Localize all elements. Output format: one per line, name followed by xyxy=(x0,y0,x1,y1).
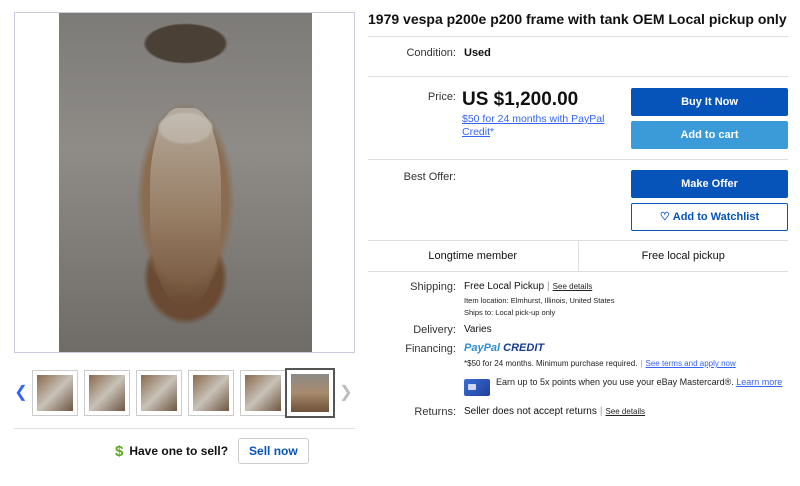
thumbnail-selected[interactable] xyxy=(285,368,335,418)
thumbnail[interactable] xyxy=(136,370,182,416)
listing-title: 1979 vespa p200e p200 frame with tank OE… xyxy=(368,11,787,27)
financing-label: Financing: xyxy=(405,343,456,355)
add-to-cart-button[interactable]: Add to cart xyxy=(631,121,788,149)
thumbnail-strip: ❮ ❯ xyxy=(14,366,355,422)
learn-more-link[interactable]: Learn more xyxy=(736,377,782,387)
returns-label: Returns: xyxy=(414,406,456,418)
badge-longtime-member: Longtime member xyxy=(368,241,579,271)
chevron-left-icon[interactable]: ❮ xyxy=(14,382,28,404)
thumbnail[interactable] xyxy=(32,370,78,416)
dollar-icon: $ xyxy=(115,442,124,460)
divider xyxy=(368,36,788,37)
paypal-credit-offer[interactable]: $50 for 24 months with PayPal Credit* xyxy=(462,113,622,139)
item-location: Item location: Elmhurst, Illinois, Unite… xyxy=(464,296,615,305)
mastercard-promo: Earn up to 5x points when you use your e… xyxy=(496,377,783,387)
financing-terms: *$50 for 24 months. Minimum purchase req… xyxy=(464,359,736,368)
thumbnail[interactable] xyxy=(84,370,130,416)
badge-free-local-pickup: Free local pickup xyxy=(641,250,725,262)
sell-prompt: Have one to sell? xyxy=(129,444,229,458)
delivery-label: Delivery: xyxy=(413,324,456,336)
price-value: US $1,200.00 xyxy=(462,89,579,110)
shipping-value: Free Local Pickup | See details xyxy=(464,281,593,292)
shipping-label: Shipping: xyxy=(410,281,456,293)
heart-icon: ♡ xyxy=(659,211,670,223)
shipping-see-details-link[interactable]: See details xyxy=(553,282,593,291)
paypal-credit-link[interactable]: $50 for 24 months with PayPal Credit xyxy=(462,113,604,138)
see-terms-link[interactable]: See terms and apply now xyxy=(646,359,736,368)
condition-label: Condition: xyxy=(406,47,456,59)
best-offer-label: Best Offer: xyxy=(403,171,456,183)
paypal-credit-logo: PayPal CREDIT xyxy=(464,342,545,354)
divider xyxy=(14,428,355,429)
returns-value: Seller does not accept returns | See detai… xyxy=(464,406,646,417)
thumbnail[interactable] xyxy=(240,370,286,416)
thumbnail[interactable] xyxy=(188,370,234,416)
returns-see-details-link[interactable]: See details xyxy=(605,407,645,416)
main-product-image[interactable] xyxy=(14,12,355,353)
chevron-right-icon[interactable]: ❯ xyxy=(339,382,353,404)
make-offer-button[interactable]: Make Offer xyxy=(631,170,788,198)
vespa-frame-photo xyxy=(59,13,312,352)
sell-promo: $ Have one to sell? Sell now xyxy=(115,438,309,464)
sell-now-button[interactable]: Sell now xyxy=(238,438,309,464)
delivery-value: Varies xyxy=(464,324,492,335)
credit-card-icon xyxy=(464,379,490,396)
seller-badges: Longtime member Free local pickup xyxy=(368,240,788,272)
ships-to: Ships to: Local pick-up only xyxy=(464,308,556,317)
condition-value: Used xyxy=(464,47,491,59)
buy-it-now-button[interactable]: Buy It Now xyxy=(631,88,788,116)
price-label: Price: xyxy=(427,91,456,103)
divider xyxy=(368,159,788,160)
add-to-watchlist-button[interactable]: ♡ Add to Watchlist xyxy=(631,203,788,231)
divider xyxy=(368,76,788,77)
